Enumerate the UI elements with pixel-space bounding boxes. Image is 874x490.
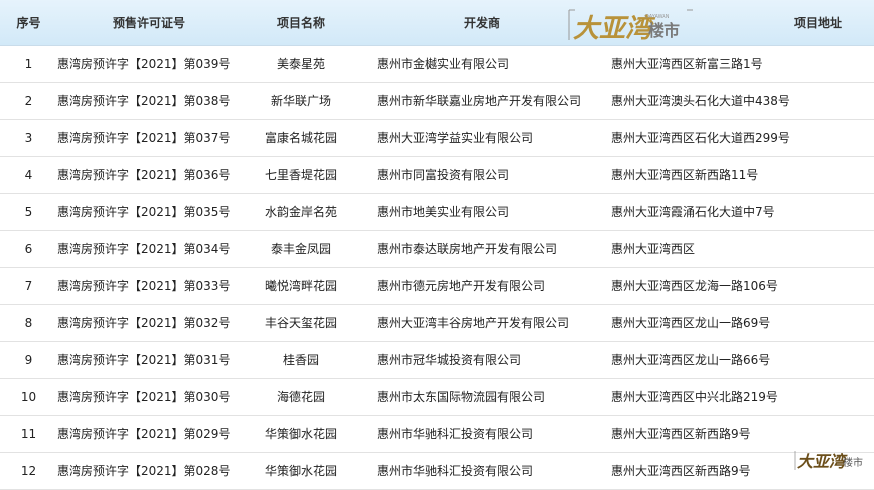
- cell-developer: 惠州市新华联嘉业房地产开发有限公司: [361, 82, 603, 120]
- cell-project-name: 桂香园: [241, 341, 361, 379]
- cell-permit: 惠湾房预许字【2021】第031号: [57, 341, 241, 379]
- header-project-name: 项目名称: [241, 0, 361, 46]
- presale-permit-table: 序号 预售许可证号 项目名称 开发商 项目地址 1 惠湾房预许字【2021】第03…: [0, 0, 874, 490]
- cell-permit: 惠湾房预许字【2021】第029号: [57, 415, 241, 453]
- table-row: 1 惠湾房预许字【2021】第039号 美泰星苑 惠州市金樾实业有限公司 惠州大亚湾西区…: [0, 45, 874, 83]
- cell-developer: 惠州市冠华城投资有限公司: [361, 341, 603, 379]
- cell-permit: 惠湾房预许字【2021】第035号: [57, 193, 241, 231]
- cell-project-name: 水韵金岸名苑: [241, 193, 361, 231]
- cell-project-name: 海德花园: [241, 378, 361, 416]
- cell-index: 4: [0, 156, 57, 194]
- cell-index: 3: [0, 119, 57, 157]
- table-row: 9 惠湾房预许字【2021】第031号 桂香园 惠州市冠华城投资有限公司 惠州大亚湾西区…: [0, 341, 874, 379]
- cell-project-name: 华策御水花园: [241, 415, 361, 453]
- cell-address: 惠州大亚湾西区中兴北路219号: [603, 378, 874, 416]
- cell-index: 8: [0, 304, 57, 342]
- table-header-row: 序号 预售许可证号 项目名称 开发商 项目地址: [0, 0, 874, 46]
- table-row: 8 惠湾房预许字【2021】第032号 丰谷天玺花园 惠州大亚湾丰谷房地产开发有限公司…: [0, 304, 874, 342]
- cell-permit: 惠湾房预许字【2021】第034号: [57, 230, 241, 268]
- cell-index: 1: [0, 45, 57, 83]
- cell-project-name: 新华联广场: [241, 82, 361, 120]
- cell-address: 惠州大亚湾西区新西路9号: [603, 452, 874, 490]
- cell-developer: 惠州大亚湾丰谷房地产开发有限公司: [361, 304, 603, 342]
- cell-permit: 惠湾房预许字【2021】第036号: [57, 156, 241, 194]
- cell-developer: 惠州市地美实业有限公司: [361, 193, 603, 231]
- table-row: 4 惠湾房预许字【2021】第036号 七里香堤花园 惠州市同富投资有限公司 惠州大亚湾…: [0, 156, 874, 194]
- table-row: 5 惠湾房预许字【2021】第035号 水韵金岸名苑 惠州市地美实业有限公司 惠州大亚湾…: [0, 193, 874, 231]
- header-developer: 开发商: [361, 0, 603, 46]
- cell-address: 惠州大亚湾西区新西路11号: [603, 156, 874, 194]
- table-row: 7 惠湾房预许字【2021】第033号 曦悦湾畔花园 惠州市德元房地产开发有限公司 惠州…: [0, 267, 874, 305]
- header-address: 项目地址: [603, 0, 874, 46]
- cell-project-name: 丰谷天玺花园: [241, 304, 361, 342]
- cell-index: 6: [0, 230, 57, 268]
- header-permit: 预售许可证号: [57, 0, 241, 46]
- table-row: 12 惠湾房预许字【2021】第028号 华策御水花园 惠州市华驰科汇投资有限公司 惠州…: [0, 452, 874, 490]
- cell-permit: 惠湾房预许字【2021】第038号: [57, 82, 241, 120]
- cell-index: 10: [0, 378, 57, 416]
- cell-address: 惠州大亚湾西区新西路9号: [603, 415, 874, 453]
- table-row: 2 惠湾房预许字【2021】第038号 新华联广场 惠州市新华联嘉业房地产开发有限公司…: [0, 82, 874, 120]
- cell-developer: 惠州市同富投资有限公司: [361, 156, 603, 194]
- cell-address: 惠州大亚湾霞涌石化大道中7号: [603, 193, 874, 231]
- cell-developer: 惠州市华驰科汇投资有限公司: [361, 415, 603, 453]
- cell-address: 惠州大亚湾西区龙山一路66号: [603, 341, 874, 379]
- table-row: 3 惠湾房预许字【2021】第037号 富康名城花园 惠州大亚湾学益实业有限公司 惠州大…: [0, 119, 874, 157]
- cell-permit: 惠湾房预许字【2021】第030号: [57, 378, 241, 416]
- header-index: 序号: [0, 0, 57, 46]
- cell-index: 9: [0, 341, 57, 379]
- cell-developer: 惠州大亚湾学益实业有限公司: [361, 119, 603, 157]
- cell-index: 2: [0, 82, 57, 120]
- cell-address: 惠州大亚湾西区龙海一路106号: [603, 267, 874, 305]
- cell-developer: 惠州市德元房地产开发有限公司: [361, 267, 603, 305]
- table-row: 10 惠湾房预许字【2021】第030号 海德花园 惠州市太东国际物流园有限公司 惠州大…: [0, 378, 874, 416]
- cell-address: 惠州大亚湾西区新富三路1号: [603, 45, 874, 83]
- table-row: 11 惠湾房预许字【2021】第029号 华策御水花园 惠州市华驰科汇投资有限公司 惠州…: [0, 415, 874, 453]
- cell-index: 11: [0, 415, 57, 453]
- cell-project-name: 七里香堤花园: [241, 156, 361, 194]
- cell-developer: 惠州市华驰科汇投资有限公司: [361, 452, 603, 490]
- cell-address: 惠州大亚湾澳头石化大道中438号: [603, 82, 874, 120]
- cell-permit: 惠湾房预许字【2021】第037号: [57, 119, 241, 157]
- cell-address: 惠州大亚湾西区龙山一路69号: [603, 304, 874, 342]
- cell-index: 5: [0, 193, 57, 231]
- cell-developer: 惠州市金樾实业有限公司: [361, 45, 603, 83]
- cell-project-name: 曦悦湾畔花园: [241, 267, 361, 305]
- cell-project-name: 泰丰金凤园: [241, 230, 361, 268]
- cell-permit: 惠湾房预许字【2021】第039号: [57, 45, 241, 83]
- cell-developer: 惠州市太东国际物流园有限公司: [361, 378, 603, 416]
- cell-permit: 惠湾房预许字【2021】第032号: [57, 304, 241, 342]
- cell-index: 12: [0, 452, 57, 490]
- cell-permit: 惠湾房预许字【2021】第033号: [57, 267, 241, 305]
- cell-address: 惠州大亚湾西区石化大道西299号: [603, 119, 874, 157]
- cell-project-name: 富康名城花园: [241, 119, 361, 157]
- cell-project-name: 华策御水花园: [241, 452, 361, 490]
- cell-permit: 惠湾房预许字【2021】第028号: [57, 452, 241, 490]
- cell-developer: 惠州市泰达联房地产开发有限公司: [361, 230, 603, 268]
- table-row: 6 惠湾房预许字【2021】第034号 泰丰金凤园 惠州市泰达联房地产开发有限公司 惠州…: [0, 230, 874, 268]
- cell-project-name: 美泰星苑: [241, 45, 361, 83]
- cell-address: 惠州大亚湾西区: [603, 230, 874, 268]
- cell-index: 7: [0, 267, 57, 305]
